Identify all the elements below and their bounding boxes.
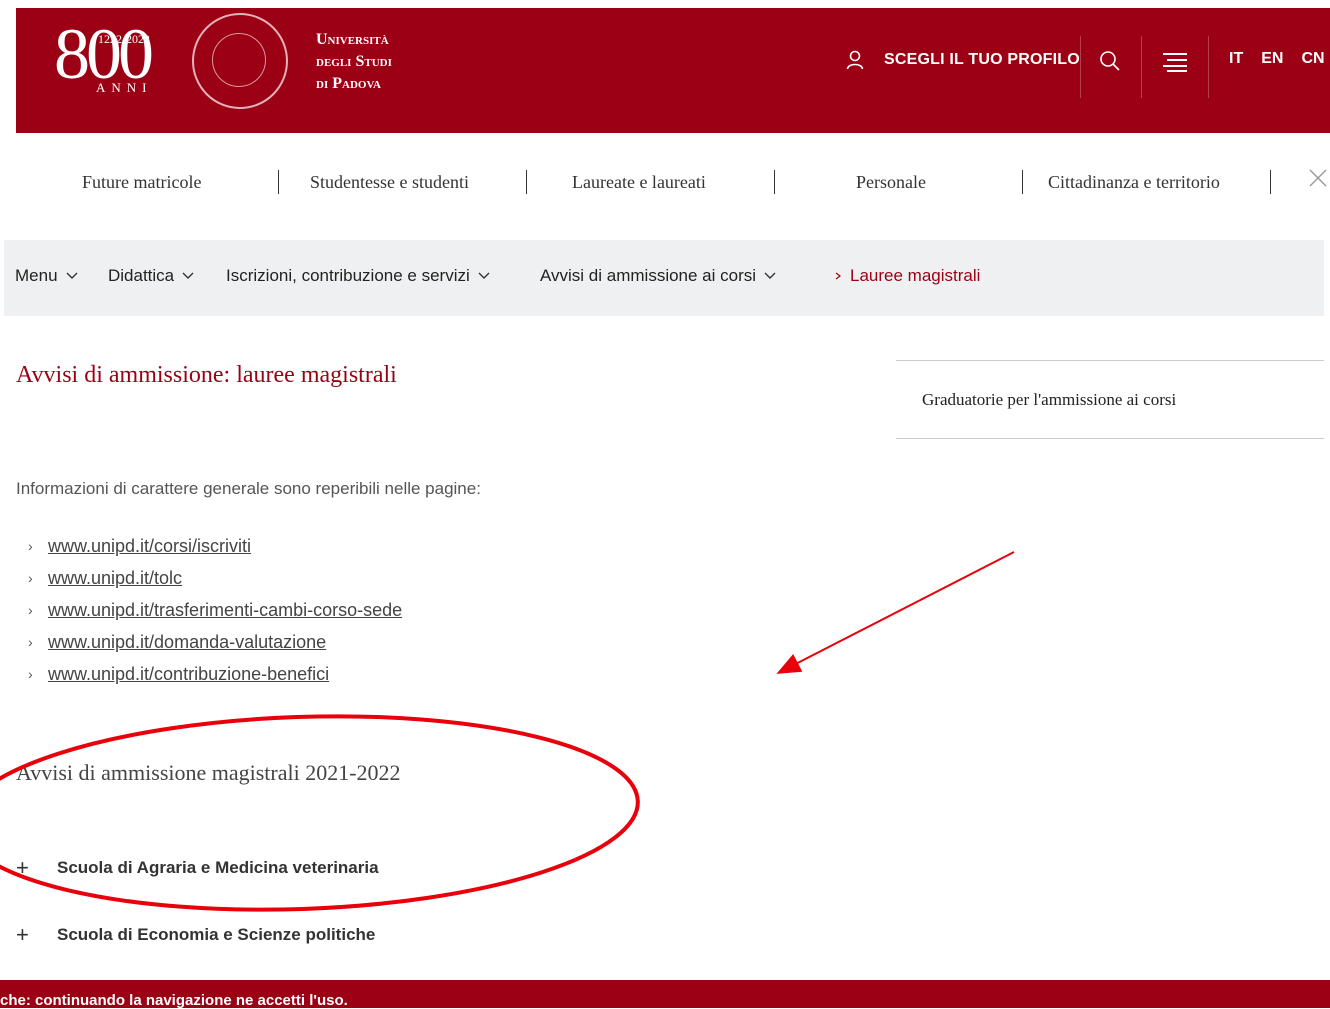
logo-years: 1222·2022 [98, 32, 150, 46]
accordion-label: Scuola di Agraria e Medicina veterinaria [57, 858, 379, 877]
link-iscriviti[interactable]: www.unipd.it/corsi/iscriviti [48, 536, 251, 557]
university-name-line-3: di Padova [316, 75, 381, 92]
breadcrumb-label: Menu [15, 266, 58, 285]
chevron-down-icon [764, 272, 776, 279]
accordion-label: Scuola di Economia e Scienze politiche [57, 925, 376, 944]
list-item: › www.unipd.it/domanda-valutazione [28, 626, 402, 658]
university-name[interactable]: Università degli Studi di Padova [316, 29, 392, 95]
audience-item-cittadinanza[interactable]: Cittadinanza e territorio [1048, 172, 1220, 193]
breadcrumb-label: Didattica [108, 266, 175, 285]
audience-separator [774, 170, 775, 194]
audience-separator [278, 170, 279, 194]
seal-inner-ring [212, 33, 266, 87]
list-item: › www.unipd.it/trasferimenti-cambi-corso-… [28, 594, 402, 626]
breadcrumb-label: Avvisi di ammissione ai corsi [540, 266, 757, 285]
audience-separator [1270, 170, 1271, 194]
annotation-ellipse [0, 714, 640, 912]
list-item: › www.unipd.it/contribuzione-benefici [28, 658, 402, 690]
section-title: Avvisi di ammissione magistrali 2021-202… [16, 760, 401, 785]
breadcrumb-item-didattica[interactable]: Didattica [108, 266, 194, 286]
audience-item-personale[interactable]: Personale [856, 172, 926, 193]
sidebar-box: Graduatorie per l'ammissione ai corsi [896, 360, 1324, 439]
plus-icon: + [16, 922, 29, 947]
chevron-right-icon: › [28, 602, 33, 618]
breadcrumb: Menu Didattica Iscrizioni, contribuzione… [4, 240, 1324, 316]
accordion-item-agraria[interactable]: + Scuola di Agraria e Medicina veterinar… [16, 855, 379, 881]
site-header: 800 1222·2022 ANNI Università degli Stud… [16, 8, 1330, 141]
user-icon [846, 50, 864, 70]
logo-anni: ANNI [96, 80, 153, 95]
audience-item-studenti[interactable]: Studentesse e studenti [310, 172, 469, 193]
chevron-right-icon: › [28, 634, 33, 650]
university-name-line-2: degli Studi [316, 53, 392, 70]
list-item: › www.unipd.it/corsi/iscriviti [28, 530, 402, 562]
chevron-down-icon [478, 272, 490, 279]
cookie-text: che: continuando la navigazione ne accet… [0, 992, 348, 1009]
choose-profile-button[interactable]: SCEGLI IL TUO PROFILO [846, 50, 1080, 70]
header-divider [1208, 36, 1209, 98]
chevron-right-icon [835, 272, 841, 280]
lang-it[interactable]: IT [1229, 50, 1243, 68]
chevron-right-icon: › [28, 570, 33, 586]
breadcrumb-item-avvisi[interactable]: Avvisi di ammissione ai corsi [540, 266, 776, 286]
intro-text: Informazioni di carattere generale sono … [16, 479, 481, 498]
search-icon[interactable] [1099, 50, 1121, 72]
chevron-right-icon: › [28, 666, 33, 682]
header-notch [948, 133, 964, 141]
breadcrumb-item-menu[interactable]: Menu [15, 266, 78, 286]
close-icon[interactable] [1308, 168, 1328, 188]
chevron-down-icon [182, 272, 194, 279]
anniversary-logo[interactable]: 800 1222·2022 ANNI [54, 14, 174, 102]
audience-separator [526, 170, 527, 194]
audience-nav: Future matricole Studentesse e studenti … [0, 160, 1330, 204]
link-tolc[interactable]: www.unipd.it/tolc [48, 568, 182, 589]
audience-item-laureati[interactable]: Laureate e laureati [572, 172, 706, 193]
university-name-line-1: Università [316, 31, 389, 48]
header-divider [1080, 36, 1081, 98]
menu-icon[interactable] [1163, 52, 1187, 72]
plus-icon: + [16, 855, 29, 880]
breadcrumb-item-iscrizioni[interactable]: Iscrizioni, contribuzione e servizi [226, 266, 490, 286]
chevron-right-icon: › [28, 538, 33, 554]
breadcrumb-label: Iscrizioni, contribuzione e servizi [226, 266, 470, 285]
choose-profile-label: SCEGLI IL TUO PROFILO [884, 51, 1080, 68]
link-domanda-valutazione[interactable]: www.unipd.it/domanda-valutazione [48, 632, 326, 653]
header-divider [1141, 36, 1142, 98]
language-switcher: IT EN CN [1229, 50, 1325, 68]
page-title: Avvisi di ammissione: lauree magistrali [16, 362, 397, 388]
cookie-bar: che: continuando la navigazione ne accet… [0, 980, 1330, 1009]
info-links-list: › www.unipd.it/corsi/iscriviti › www.unipd… [28, 530, 402, 690]
breadcrumb-current-label: Lauree magistrali [850, 266, 981, 285]
audience-separator [1022, 170, 1023, 194]
lang-en[interactable]: EN [1261, 50, 1283, 68]
sidebar-link-graduatorie[interactable]: Graduatorie per l'ammissione ai corsi [922, 390, 1176, 410]
annotation-arrow [776, 551, 1015, 674]
accordion-item-economia[interactable]: + Scuola di Economia e Scienze politiche [16, 922, 375, 948]
breadcrumb-current: Lauree magistrali [834, 266, 980, 286]
link-trasferimenti[interactable]: www.unipd.it/trasferimenti-cambi-corso-s… [48, 600, 402, 621]
lang-cn[interactable]: CN [1301, 50, 1324, 68]
link-contribuzione[interactable]: www.unipd.it/contribuzione-benefici [48, 664, 329, 685]
audience-item-future-matricole[interactable]: Future matricole [82, 172, 201, 193]
chevron-down-icon [66, 272, 78, 279]
list-item: › www.unipd.it/tolc [28, 562, 402, 594]
